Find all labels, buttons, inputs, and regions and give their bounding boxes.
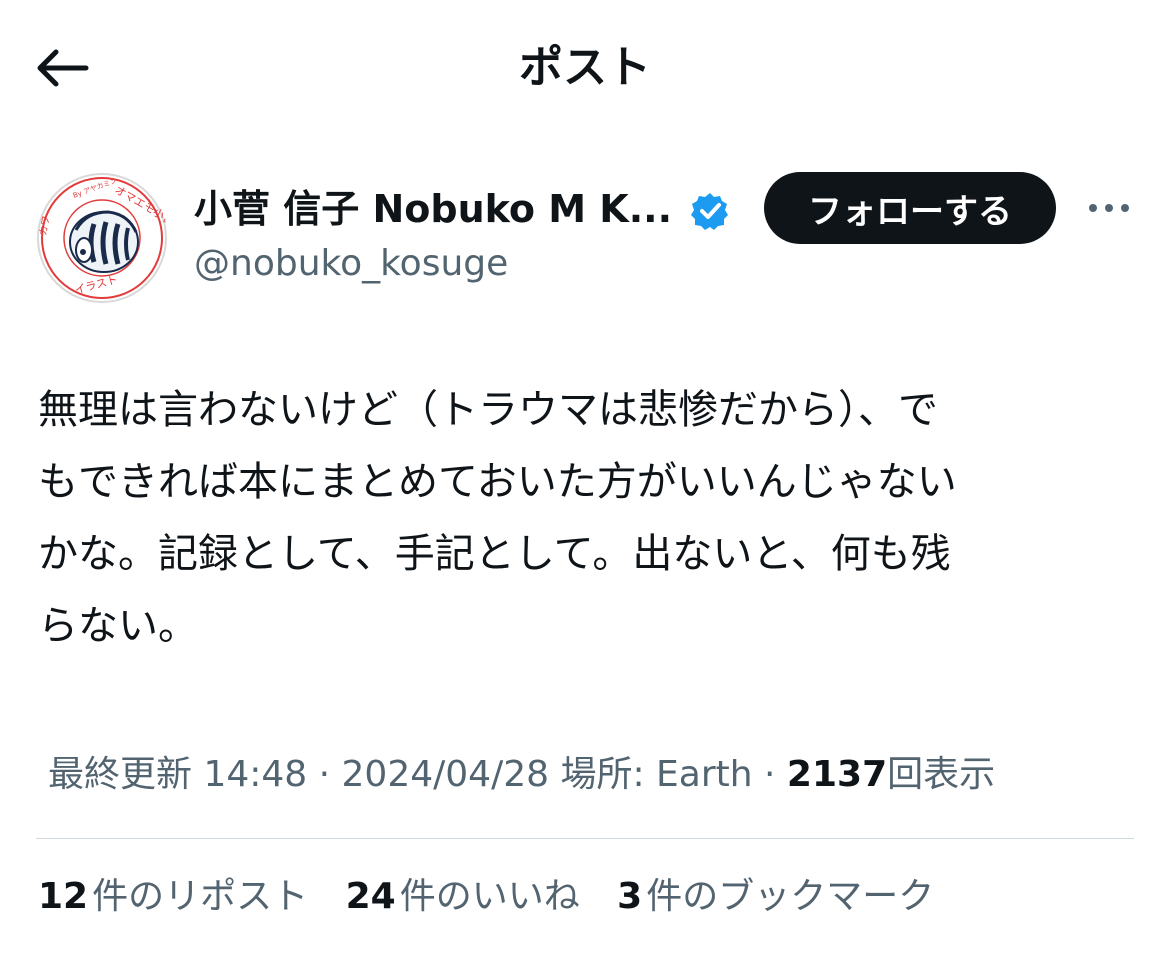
- post-location: 場所: Earth ·: [560, 754, 776, 795]
- reposts-stat[interactable]: 12 件のリポスト: [38, 872, 308, 922]
- more-horizontal-icon: [1089, 204, 1129, 212]
- view-count: 2137: [786, 754, 888, 795]
- avatar-illustration: オマエモ小菅 By アヤカミン カワ イラスト: [37, 173, 168, 303]
- more-options-button[interactable]: [1082, 186, 1136, 230]
- bookmarks-count: 3: [617, 876, 643, 917]
- likes-stat[interactable]: 24 件のいいね: [346, 872, 580, 922]
- display-name[interactable]: 小菅 信子 Nobuko M K...: [194, 184, 672, 234]
- avatar[interactable]: オマエモ小菅 By アヤカミン カワ イラスト: [36, 172, 168, 304]
- post-body-text: 無理は言わないけど（トラウマは悲惨だから）、で もできれば本にまとめておいた方が…: [38, 387, 957, 649]
- top-bar: ポスト: [0, 0, 1170, 140]
- follow-button[interactable]: フォローする: [764, 172, 1056, 244]
- page-title: ポスト: [519, 42, 651, 93]
- reposts-label: 件のリポスト: [92, 876, 309, 917]
- bookmarks-stat[interactable]: 3 件のブックマーク: [617, 872, 934, 922]
- post-metadata: 最終更新 14:48 · 2024/04/28 場所: Earth · 2137…: [48, 750, 995, 800]
- divider: [36, 838, 1134, 839]
- verified-badge-icon[interactable]: [690, 191, 730, 231]
- reposts-count: 12: [38, 876, 89, 917]
- user-handle[interactable]: @nobuko_kosuge: [194, 240, 508, 288]
- bookmarks-label: 件のブックマーク: [646, 876, 935, 917]
- likes-count: 24: [345, 876, 396, 917]
- engagement-stats: 12 件のリポスト 24 件のいいね 3 件のブックマーク: [38, 872, 960, 922]
- view-count-label: 回表示: [887, 754, 996, 795]
- post-timestamp[interactable]: 最終更新 14:48 · 2024/04/28: [48, 754, 549, 795]
- author-row: オマエモ小菅 By アヤカミン カワ イラスト 小菅 信子 Nobuko M K…: [0, 160, 1170, 303]
- likes-label: 件のいいね: [399, 876, 580, 917]
